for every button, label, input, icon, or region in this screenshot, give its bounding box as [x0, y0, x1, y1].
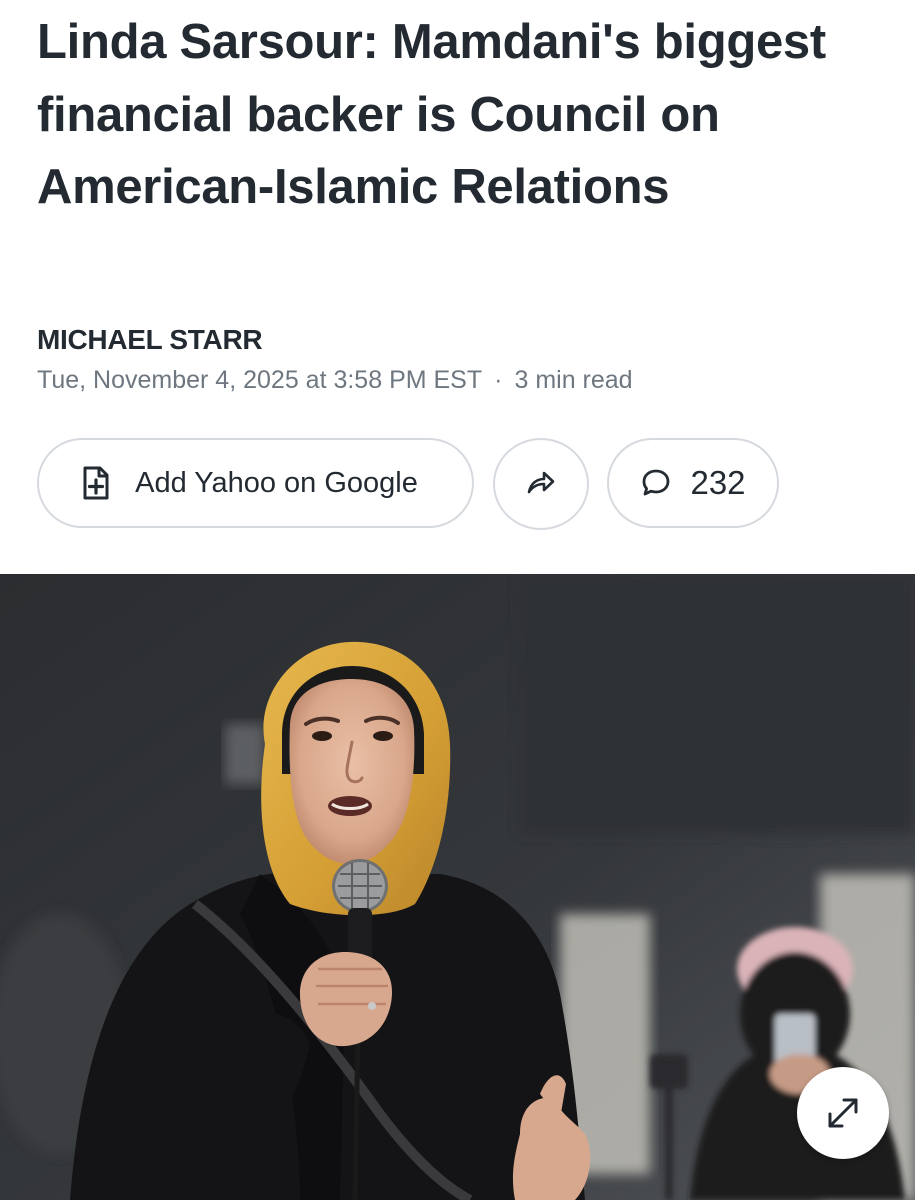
- publish-date: Tue, November 4, 2025 at 3:58 PM EST: [37, 366, 483, 394]
- share-button[interactable]: [493, 438, 589, 530]
- article-meta: Tue, November 4, 2025 at 3:58 PM EST · 3 m…: [37, 366, 633, 395]
- add-yahoo-on-google-button[interactable]: Add Yahoo on Google: [37, 438, 474, 528]
- article-hero-image[interactable]: [0, 574, 915, 1200]
- comment-bubble-icon: [640, 467, 672, 499]
- expand-image-button[interactable]: [797, 1067, 889, 1159]
- read-time: 3 min read: [514, 366, 633, 394]
- article-headline: Linda Sarsour: Mamdani's biggest financi…: [37, 15, 826, 214]
- expand-arrows-icon: [824, 1094, 862, 1132]
- meta-separator: ·: [494, 366, 503, 394]
- article-page: Linda Sarsour: Mamdani's biggest financi…: [0, 0, 915, 1200]
- add-yahoo-label: Add Yahoo on Google: [135, 466, 418, 499]
- author-name[interactable]: MICHAEL STARR: [37, 324, 263, 356]
- comment-count: 232: [690, 464, 746, 501]
- comments-button[interactable]: 232: [607, 438, 779, 528]
- add-document-icon: [83, 466, 109, 500]
- share-arrow-icon: [526, 469, 556, 500]
